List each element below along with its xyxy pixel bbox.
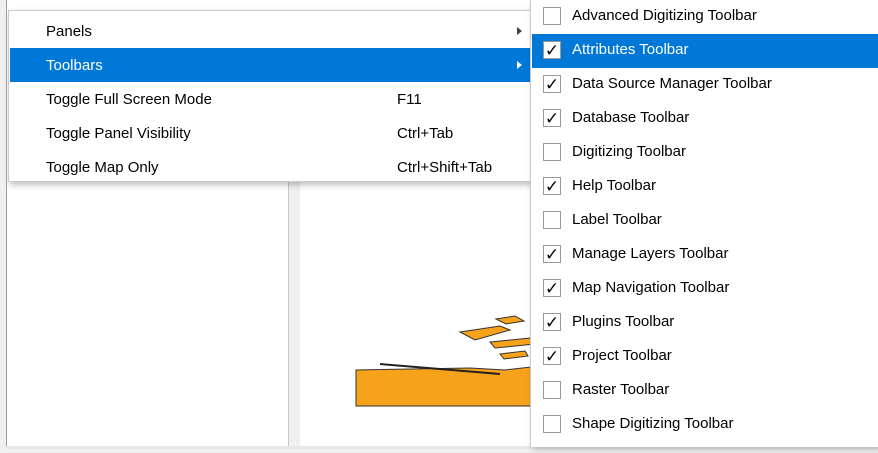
menu-item-label: Toggle Full Screen Mode (46, 91, 212, 108)
toolbar-toggle-project[interactable]: ✓ Project Toolbar (532, 340, 878, 374)
checkbox-checked-icon[interactable]: ✓ (543, 41, 561, 59)
checkbox-unchecked-icon[interactable] (543, 143, 561, 161)
checkbox-unchecked-icon[interactable] (543, 415, 561, 433)
toolbar-toggle-advanced-digitizing[interactable]: Advanced Digitizing Toolbar (532, 0, 878, 34)
checkbox-unchecked-icon[interactable] (543, 211, 561, 229)
map-feature-layer (355, 315, 541, 407)
toolbar-label: Advanced Digitizing Toolbar (572, 7, 757, 24)
toolbar-label: Attributes Toolbar (572, 41, 689, 58)
checkbox-checked-icon[interactable]: ✓ (543, 313, 561, 331)
menu-item-shortcut: Ctrl+Shift+Tab (397, 159, 493, 176)
toolbar-label: Map Navigation Toolbar (572, 279, 730, 296)
toolbar-label: Plugins Toolbar (572, 313, 675, 330)
checkbox-checked-icon[interactable]: ✓ (543, 109, 561, 127)
toolbar-label: Help Toolbar (572, 177, 656, 194)
toolbar-toggle-map-navigation[interactable]: ✓ Map Navigation Toolbar (532, 272, 878, 306)
toolbars-submenu: Advanced Digitizing Toolbar ✓ Attributes… (530, 0, 878, 447)
menu-item-label: Toggle Map Only (46, 159, 159, 176)
menu-item-panels[interactable]: Panels (10, 14, 530, 48)
submenu-arrow-icon (517, 27, 522, 35)
checkbox-checked-icon[interactable]: ✓ (543, 75, 561, 93)
toolbar-toggle-database[interactable]: ✓ Database Toolbar (532, 102, 878, 136)
map-feature-fragment (494, 315, 526, 325)
menu-item-toggle-full-screen[interactable]: Toggle Full Screen Mode F11 (10, 82, 530, 116)
checkbox-checked-icon[interactable]: ✓ (543, 245, 561, 263)
toolbar-toggle-manage-layers[interactable]: ✓ Manage Layers Toolbar (532, 238, 878, 272)
view-menu: Panels Toolbars Toggle Full Screen Mode … (8, 10, 532, 182)
toolbar-label: Database Toolbar (572, 109, 690, 126)
toolbar-toggle-help[interactable]: ✓ Help Toolbar (532, 170, 878, 204)
map-feature-fragment (458, 325, 512, 341)
checkbox-unchecked-icon[interactable] (543, 381, 561, 399)
toolbar-label: Digitizing Toolbar (572, 143, 686, 160)
menu-item-shortcut: F11 (397, 91, 422, 108)
toolbar-toggle-shape-digitizing[interactable]: Shape Digitizing Toolbar (532, 408, 878, 442)
menu-item-toolbars[interactable]: Toolbars (10, 48, 530, 82)
toolbar-toggle-attributes[interactable]: ✓ Attributes Toolbar (532, 34, 878, 68)
toolbar-label: Manage Layers Toolbar (572, 245, 729, 262)
toolbar-label: Data Source Manager Toolbar (572, 75, 772, 92)
toolbar-label: Label Toolbar (572, 211, 662, 228)
toolbar-label: Shape Digitizing Toolbar (572, 415, 734, 432)
menu-item-toggle-map-only[interactable]: Toggle Map Only Ctrl+Shift+Tab (10, 150, 530, 184)
menu-item-label: Toggle Panel Visibility (46, 125, 191, 142)
toolbar-toggle-digitizing[interactable]: Digitizing Toolbar (532, 136, 878, 170)
checkbox-checked-icon[interactable]: ✓ (543, 279, 561, 297)
map-feature-fragment (499, 350, 529, 360)
map-feature-polygon (355, 365, 541, 407)
toolbar-toggle-plugins[interactable]: ✓ Plugins Toolbar (532, 306, 878, 340)
toolbar-label: Project Toolbar (572, 347, 672, 364)
map-canvas[interactable] (300, 180, 541, 449)
toolbar-toggle-raster[interactable]: Raster Toolbar (532, 374, 878, 408)
toolbar-toggle-label[interactable]: Label Toolbar (532, 204, 878, 238)
menu-item-toggle-panel-visibility[interactable]: Toggle Panel Visibility Ctrl+Tab (10, 116, 530, 150)
submenu-arrow-icon (517, 61, 522, 69)
checkbox-unchecked-icon[interactable] (543, 7, 561, 25)
menu-item-shortcut: Ctrl+Tab (397, 125, 454, 142)
checkbox-checked-icon[interactable]: ✓ (543, 177, 561, 195)
map-feature-fragment (489, 337, 536, 349)
checkbox-checked-icon[interactable]: ✓ (543, 347, 561, 365)
toolbar-toggle-data-source-manager[interactable]: ✓ Data Source Manager Toolbar (532, 68, 878, 102)
menu-item-label: Panels (46, 23, 92, 40)
toolbar-label: Raster Toolbar (572, 381, 670, 398)
menu-item-label: Toolbars (46, 57, 103, 74)
